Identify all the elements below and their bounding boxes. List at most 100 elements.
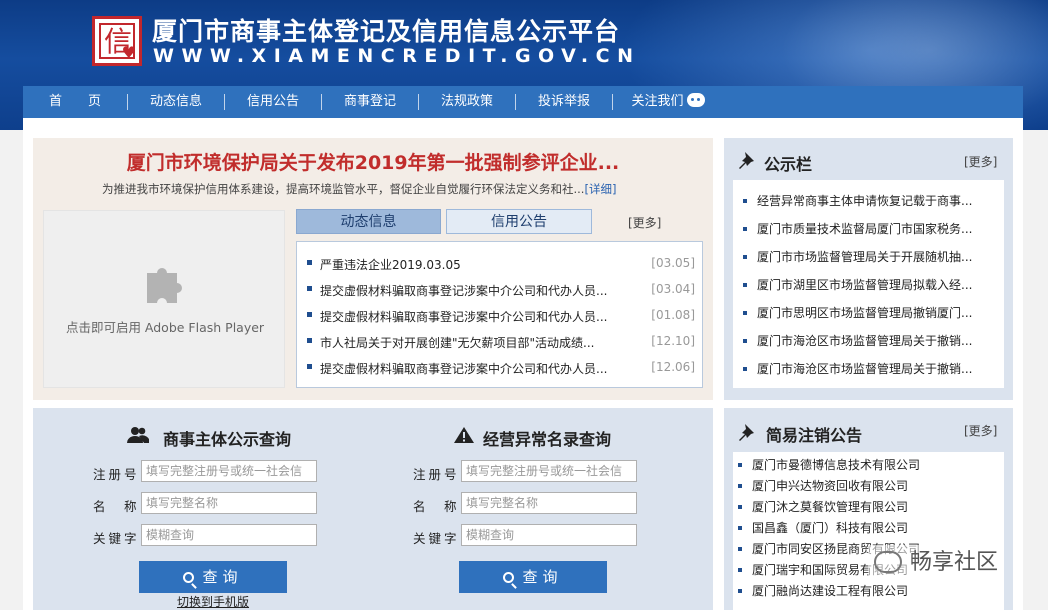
- warning-icon: [454, 427, 474, 443]
- cancellation-item-name: 厦门沐之莫餐饮管理有限公司: [752, 500, 909, 514]
- bulletin-more-link[interactable]: [更多]: [964, 153, 997, 170]
- flash-player-text: 点击即可启用 Adobe Flash Player: [65, 320, 265, 335]
- abnormal-reg-no-input[interactable]: 填写完整注册号或统一社会信: [461, 460, 637, 482]
- tab-news[interactable]: 动态信息: [296, 209, 441, 234]
- news-item[interactable]: 提交虚假材料骗取商事登记涉案中介公司和代办人员... [03.04]: [305, 280, 695, 300]
- headline-detail-link[interactable]: [详细]: [584, 182, 616, 196]
- nav-item-credit-notice[interactable]: 信用公告: [225, 86, 321, 118]
- news-item[interactable]: 提交虚假材料骗取商事登记涉案中介公司和代办人员... [01.08]: [305, 306, 695, 326]
- site-logo[interactable]: 信 ♥: [92, 16, 142, 66]
- site-title: 厦门市商事主体登记及信用信息公示平台: [152, 17, 621, 46]
- news-item[interactable]: 提交虚假材料骗取商事登记涉案中介公司和代办人员... [12.06]: [305, 358, 695, 378]
- entity-search-label: 查询: [202, 568, 243, 586]
- bullet-icon: [743, 199, 747, 203]
- site-url: WWW.XIAMENCREDIT.GOV.CN: [153, 45, 641, 67]
- search-icon: [183, 572, 195, 583]
- pushpin-icon: [739, 152, 754, 169]
- bullet-icon: [307, 364, 312, 369]
- news-item[interactable]: 市人社局关于对开展创建"无欠薪项目部"活动成绩... [12.10]: [305, 332, 695, 352]
- nav-item-home[interactable]: 首 页: [23, 86, 127, 118]
- bulletin-item-title: 经营异常商事主体申请恢复记载于商事...: [757, 194, 973, 208]
- bulletin-panel: 公示栏 [更多] 经营异常商事主体申请恢复记载于商事... 厦门市质量技术监督局…: [724, 138, 1013, 400]
- cancellation-item-name: 厦门市曼德博信息技术有限公司: [752, 458, 921, 472]
- entity-name-input[interactable]: 填写完整名称: [141, 492, 317, 514]
- bulletin-item[interactable]: 厦门市湖里区市场监督管理局拟载入经...: [743, 276, 993, 294]
- users-icon: [127, 427, 149, 443]
- bulletin-item[interactable]: 厦门市思明区市场监督管理局撤销厦门...: [743, 304, 993, 322]
- bullet-icon: [307, 286, 312, 291]
- abnormal-search-button[interactable]: 查询: [459, 561, 607, 593]
- cancellation-item[interactable]: 厦门申兴达物资回收有限公司: [738, 477, 988, 495]
- bullet-icon: [307, 260, 312, 265]
- main-nav: 首 页 动态信息 信用公告 商事登记 法规政策 投诉举报 关注我们: [23, 86, 1023, 118]
- flash-player-placeholder[interactable]: 点击即可启用 Adobe Flash Player: [43, 210, 285, 388]
- news-date: [01.08]: [651, 308, 695, 322]
- bulletin-item-title: 厦门市海沧区市场监督管理局关于撤销...: [757, 362, 973, 376]
- bullet-icon: [738, 463, 742, 467]
- nav-item-regulations[interactable]: 法规政策: [419, 86, 515, 118]
- bullet-icon: [743, 283, 747, 287]
- cancellation-title: 简易注销公告: [766, 426, 863, 445]
- mobile-version-link[interactable]: 切换到手机版: [177, 593, 249, 610]
- watermark-text: 畅享社区: [910, 550, 999, 575]
- bulletin-item-title: 厦门市湖里区市场监督管理局拟载入经...: [757, 278, 973, 292]
- search-icon: [503, 572, 515, 583]
- nav-follow-label: 关注我们: [631, 94, 684, 109]
- news-title: 提交虚假材料骗取商事登记涉案中介公司和代办人员...: [320, 284, 608, 298]
- wechat-icon: [686, 93, 705, 107]
- bullet-icon: [307, 312, 312, 317]
- abnormal-search-label: 查询: [522, 568, 563, 586]
- bulletin-item[interactable]: 厦门市市场监督管理局关于开展随机抽...: [743, 248, 993, 266]
- name-label: 名 称: [93, 499, 140, 514]
- news-date: [12.10]: [651, 334, 695, 348]
- bullet-icon: [738, 589, 742, 593]
- cancellation-item-name: 厦门融尚达建设工程有限公司: [752, 584, 909, 598]
- cancellation-item-name: 国昌鑫（厦门）科技有限公司: [752, 521, 909, 535]
- news-title: 提交虚假材料骗取商事登记涉案中介公司和代办人员...: [320, 310, 608, 324]
- bulletin-item[interactable]: 厦门市海沧区市场监督管理局关于撤销...: [743, 332, 993, 350]
- bulletin-item-title: 厦门市质量技术监督局厦门市国家税务...: [757, 222, 973, 236]
- entity-query-title: 商事主体公示查询: [163, 430, 292, 449]
- nav-item-registration[interactable]: 商事登记: [322, 86, 418, 118]
- headline-summary: 为推进我市环境保护信用体系建设，提高环境监管水平，督促企业自觉履行环保法定义务和…: [102, 181, 616, 197]
- news-title: 严重违法企业2019.03.05: [320, 258, 461, 272]
- keyword-label: 关键字: [413, 531, 460, 546]
- tab-credit-notice[interactable]: 信用公告: [446, 209, 592, 234]
- news-item[interactable]: 严重违法企业2019.03.05 [03.05]: [305, 254, 695, 274]
- entity-keyword-input[interactable]: 模糊查询: [141, 524, 317, 546]
- nav-item-follow-us[interactable]: 关注我们: [613, 86, 723, 118]
- heart-icon: ♥: [121, 43, 136, 62]
- entity-search-button[interactable]: 查询: [139, 561, 287, 593]
- keyword-label: 关键字: [93, 531, 140, 546]
- cancellation-item-name: 厦门申兴达物资回收有限公司: [752, 479, 909, 493]
- cancellation-list: 厦门市曼德博信息技术有限公司 厦门申兴达物资回收有限公司 厦门沐之莫餐饮管理有限…: [733, 452, 1004, 610]
- news-date: [03.04]: [651, 282, 695, 296]
- nav-item-complaints[interactable]: 投诉举报: [516, 86, 612, 118]
- abnormal-name-input[interactable]: 填写完整名称: [461, 492, 637, 514]
- abnormal-keyword-input[interactable]: 模糊查询: [461, 524, 637, 546]
- headline-summary-text: 为推进我市环境保护信用体系建设，提高环境监管水平，督促企业自觉履行环保法定义务和…: [102, 182, 585, 196]
- cancellation-item[interactable]: 厦门市曼德博信息技术有限公司: [738, 456, 988, 474]
- bulletin-item-title: 厦门市市场监督管理局关于开展随机抽...: [757, 250, 973, 264]
- cancellation-item[interactable]: 国昌鑫（厦门）科技有限公司: [738, 519, 988, 537]
- news-date: [03.05]: [651, 256, 695, 270]
- news-list: 严重违法企业2019.03.05 [03.05] 提交虚假材料骗取商事登记涉案中…: [296, 241, 703, 388]
- nav-item-news[interactable]: 动态信息: [128, 86, 224, 118]
- news-more-link[interactable]: [更多]: [628, 214, 661, 231]
- bullet-icon: [743, 227, 747, 231]
- cancellation-item[interactable]: 厦门沐之莫餐饮管理有限公司: [738, 498, 988, 516]
- cancellation-more-link[interactable]: [更多]: [964, 422, 997, 439]
- headline-title[interactable]: 厦门市环境保护局关于发布2019年第一批强制参评企业...: [0, 148, 746, 175]
- entity-reg-no-input[interactable]: 填写完整注册号或统一社会信: [141, 460, 317, 482]
- bulletin-item-title: 厦门市海沧区市场监督管理局关于撤销...: [757, 334, 973, 348]
- bulletin-item[interactable]: 经营异常商事主体申请恢复记载于商事...: [743, 192, 993, 210]
- pushpin-icon: [739, 424, 754, 441]
- bullet-icon: [743, 367, 747, 371]
- bulletin-item[interactable]: 厦门市质量技术监督局厦门市国家税务...: [743, 220, 993, 238]
- bullet-icon: [738, 484, 742, 488]
- bullet-icon: [307, 338, 312, 343]
- bulletin-item[interactable]: 厦门市海沧区市场监督管理局关于撤销...: [743, 360, 993, 378]
- cancellation-item[interactable]: 厦门融尚达建设工程有限公司: [738, 582, 988, 600]
- bullet-icon: [743, 311, 747, 315]
- watermark: 畅享社区: [868, 545, 1005, 581]
